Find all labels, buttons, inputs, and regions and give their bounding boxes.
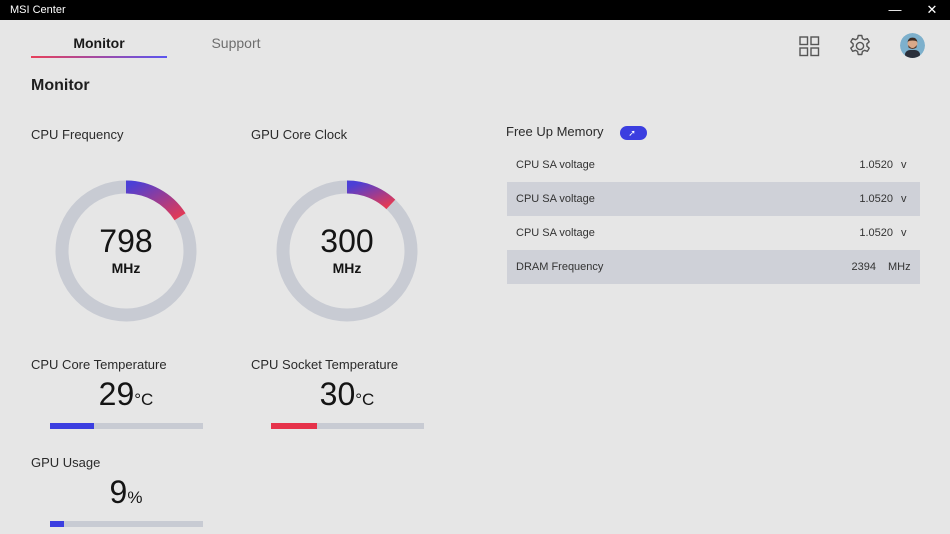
page-title: Monitor bbox=[31, 77, 90, 94]
apps-grid-icon[interactable] bbox=[797, 33, 823, 59]
cpu-socket-temp-value: 30 bbox=[319, 376, 356, 412]
cpu-frequency-gauge: 798 MHz bbox=[53, 178, 199, 324]
cpu-core-temp-label: CPU Core Temperature bbox=[31, 357, 167, 372]
info-row-name: DRAM Frequency bbox=[516, 261, 604, 273]
info-row: CPU SA voltage 1.0520 v bbox=[507, 182, 920, 216]
cpu-core-temp-bar bbox=[50, 423, 203, 429]
user-avatar[interactable] bbox=[900, 33, 925, 58]
gpu-core-clock-gauge-arc bbox=[346, 180, 396, 210]
cpu-core-temp-bar-fill bbox=[50, 423, 95, 429]
info-row-name: CPU SA voltage bbox=[516, 193, 595, 205]
cpu-core-temp-readout: 29°C bbox=[50, 378, 202, 416]
tab-monitor[interactable]: Monitor bbox=[31, 35, 167, 51]
gpu-core-clock-unit: MHz bbox=[332, 260, 362, 276]
info-row-value: 1.0520 bbox=[859, 159, 893, 171]
info-row: CPU SA voltage 1.0520 v bbox=[507, 216, 920, 250]
title-bar: MSI Center — ✕ bbox=[0, 0, 950, 20]
info-row: CPU SA voltage 1.0520 v bbox=[507, 148, 920, 182]
cpu-socket-temp-readout: 30°C bbox=[271, 378, 423, 416]
info-row-unit: v bbox=[901, 159, 907, 171]
info-row-unit: v bbox=[901, 227, 907, 239]
gpu-core-clock-gauge: 300 MHz bbox=[274, 178, 420, 324]
cpu-socket-temp-label: CPU Socket Temperature bbox=[251, 357, 399, 372]
cpu-socket-temp-bar bbox=[271, 423, 424, 429]
rocket-icon: ➚ bbox=[628, 128, 636, 138]
gpu-usage-bar-fill bbox=[50, 521, 64, 527]
info-row-value: 1.0520 bbox=[859, 227, 893, 239]
cpu-frequency-unit: MHz bbox=[111, 260, 141, 276]
cpu-core-temp-value: 29 bbox=[98, 376, 135, 412]
gpu-core-clock-label: GPU Core Clock bbox=[251, 127, 348, 142]
gear-icon[interactable] bbox=[847, 33, 873, 59]
close-button[interactable]: ✕ bbox=[917, 0, 947, 20]
active-tab-indicator bbox=[31, 56, 167, 58]
cpu-socket-temp-bar-fill bbox=[271, 423, 317, 429]
info-row-unit: v bbox=[901, 193, 907, 205]
gpu-usage-label: GPU Usage bbox=[31, 455, 101, 470]
cpu-socket-temp-unit: °C bbox=[355, 390, 375, 409]
free-up-memory-label: Free Up Memory bbox=[506, 124, 604, 139]
gpu-usage-unit: % bbox=[127, 488, 143, 507]
info-row: DRAM Frequency 2394 MHz bbox=[507, 250, 920, 284]
gpu-usage-value: 9 bbox=[109, 474, 128, 510]
info-row-value: 1.0520 bbox=[859, 193, 893, 205]
minimize-button[interactable]: — bbox=[880, 0, 910, 20]
gpu-core-clock-value: 300 bbox=[320, 223, 374, 259]
gpu-usage-bar bbox=[50, 521, 203, 527]
cpu-core-temp-unit: °C bbox=[134, 390, 154, 409]
info-row-value: 2394 bbox=[851, 261, 876, 273]
info-row-name: CPU SA voltage bbox=[516, 227, 595, 239]
cpu-frequency-value: 798 bbox=[99, 223, 153, 259]
tab-support[interactable]: Support bbox=[194, 35, 278, 51]
cpu-frequency-label: CPU Frequency bbox=[31, 127, 124, 142]
window-title: MSI Center bbox=[10, 4, 66, 16]
gpu-usage-readout: 9% bbox=[50, 476, 202, 514]
free-up-memory-button[interactable]: ➚ bbox=[620, 126, 647, 140]
cpu-frequency-gauge-arc bbox=[125, 180, 186, 221]
info-row-name: CPU SA voltage bbox=[516, 159, 595, 171]
info-row-unit: MHz bbox=[888, 261, 911, 273]
